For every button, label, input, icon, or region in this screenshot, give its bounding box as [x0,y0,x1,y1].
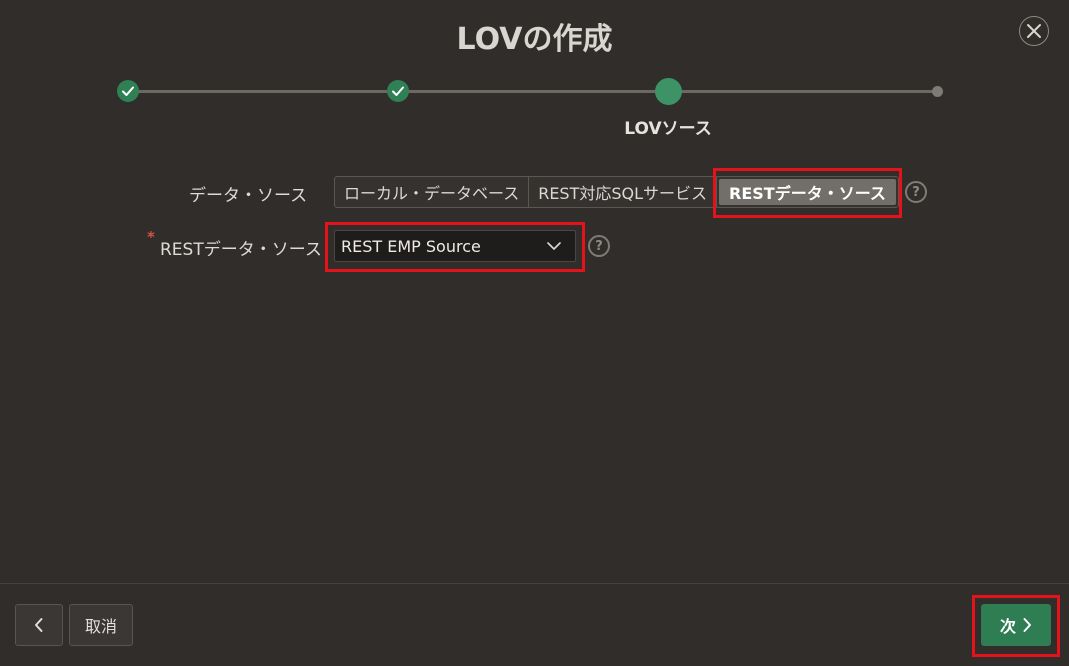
cancel-button[interactable]: 取消 [69,604,133,646]
create-lov-dialog: LOVの作成 LOVソース データ・ソース ローカル・データベース REST対応… [0,0,1069,666]
chevron-down-icon [547,242,561,250]
rest-data-source-value: REST EMP Source [341,236,481,256]
wizard-step-1-complete [117,80,139,102]
checkmark-icon [392,86,404,96]
close-icon [1027,24,1041,38]
chevron-left-icon [35,618,43,632]
wizard-step-3-current [655,78,682,105]
data-source-option-local-database[interactable]: ローカル・データベース [335,177,530,207]
data-source-label: データ・ソース [189,186,308,206]
next-button[interactable]: 次 [981,604,1051,646]
current-step-label: LOVソース [624,119,712,139]
next-button-label: 次 [999,617,1016,636]
checkmark-icon [122,86,134,96]
chevron-right-icon [1023,618,1031,632]
required-indicator: * [147,228,155,246]
rest-data-source-select[interactable]: REST EMP Source [334,230,576,262]
close-button[interactable] [1019,16,1049,46]
back-button[interactable] [15,604,63,646]
data-source-help-icon[interactable]: ? [905,181,927,203]
dialog-title: LOVの作成 [456,22,613,57]
rest-data-source-label: RESTデータ・ソース [160,240,322,260]
data-source-option-rest-data-source[interactable]: RESTデータ・ソース [719,179,896,205]
wizard-step-4-future [932,86,943,97]
footer-divider [0,583,1069,584]
wizard-progress-track [128,90,938,93]
wizard-step-2-complete [387,80,409,102]
data-source-radio-group: ローカル・データベース REST対応SQLサービス RESTデータ・ソース [334,176,899,208]
data-source-option-rest-enabled-sql[interactable]: REST対応SQLサービス [529,177,718,207]
rest-data-source-help-icon[interactable]: ? [588,235,610,257]
